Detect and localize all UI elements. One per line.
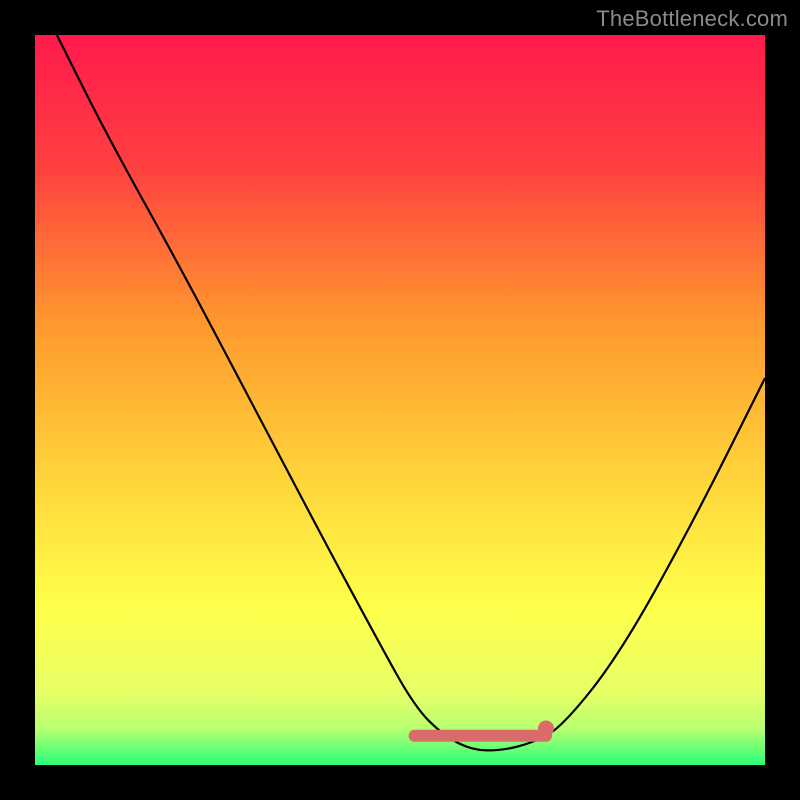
chart-frame: TheBottleneck.com <box>0 0 800 800</box>
watermark-text: TheBottleneck.com <box>596 6 788 32</box>
bottleneck-curve <box>35 35 765 765</box>
plot-area <box>35 35 765 765</box>
